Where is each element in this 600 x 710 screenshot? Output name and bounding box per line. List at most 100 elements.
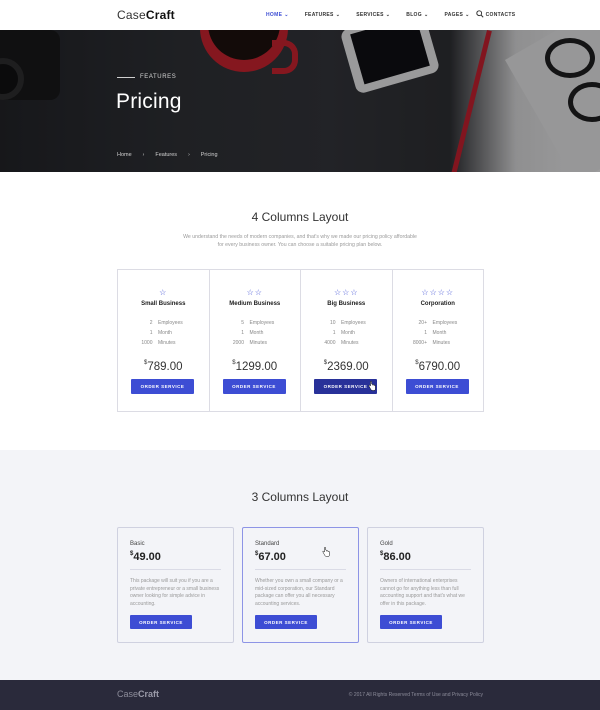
feature-label: Minutes bbox=[158, 340, 176, 346]
feature-value: 1000 bbox=[141, 340, 153, 346]
feature-label: Employees bbox=[341, 320, 366, 326]
plan-description: Whether you own a small company or a mid… bbox=[255, 578, 343, 607]
breadcrumb-features[interactable]: Features bbox=[155, 152, 177, 158]
feature-value: 2000 bbox=[232, 340, 244, 346]
order-service-button[interactable]: ORDER SERVICE bbox=[380, 615, 442, 629]
pricing-card: ☆☆ Medium Business 5 Employees 1 Month 200… bbox=[210, 270, 301, 411]
hero-overlay bbox=[0, 30, 600, 172]
page-title: Pricing bbox=[116, 90, 182, 113]
footer-copyright: © 2017 All Rights Reserved Terms of Use … bbox=[348, 692, 483, 698]
feature-label: Minutes bbox=[249, 340, 268, 346]
menu-item-contacts[interactable]: CONTACTS bbox=[486, 12, 516, 18]
plan-price: $789.00 bbox=[118, 360, 209, 373]
plan-price: $67.00 bbox=[255, 551, 286, 563]
feature-value: 4000 bbox=[324, 340, 336, 346]
feature-label: Employees bbox=[158, 320, 183, 326]
star-rating-icon: ☆☆ bbox=[246, 288, 263, 297]
four-columns-section: 4 Columns Layout We understand the needs… bbox=[0, 172, 600, 450]
section-title: 3 Columns Layout bbox=[251, 490, 349, 504]
chevron-down-icon: ⌄ bbox=[385, 12, 391, 18]
menu-item-services[interactable]: SERVICES ⌄ bbox=[356, 12, 390, 18]
menu-item-label: HOME bbox=[266, 12, 283, 18]
breadcrumb: Home › Features › Pricing bbox=[117, 152, 218, 158]
plan-description: This package will suit you if you are a … bbox=[130, 578, 220, 607]
logo-text-thin: Case bbox=[117, 8, 146, 22]
price-value: 2369.00 bbox=[327, 361, 369, 373]
menu-item-home[interactable]: HOME ⌄ bbox=[266, 12, 289, 18]
feature-value: 1 bbox=[241, 330, 244, 336]
currency-symbol: $ bbox=[415, 360, 419, 366]
order-service-button[interactable]: ORDER SERVICE bbox=[405, 379, 469, 394]
plan-price: $6790.00 bbox=[393, 360, 484, 373]
chevron-down-icon: ⌄ bbox=[423, 12, 429, 18]
order-service-button[interactable]: ORDER SERVICE bbox=[222, 379, 286, 394]
top-nav: CaseCraft HOME ⌄ FEATURES ⌄ SERVICES ⌄ BLOG… bbox=[0, 0, 600, 30]
plan-name: Small Business bbox=[141, 301, 186, 307]
feature-label: Minutes bbox=[432, 340, 451, 346]
logo-text-bold: Craft bbox=[145, 8, 175, 22]
feature-label: Month bbox=[432, 330, 447, 336]
currency-symbol: $ bbox=[143, 360, 148, 366]
star-rating-icon: ☆ bbox=[159, 288, 168, 297]
chevron-down-icon: ⌄ bbox=[465, 12, 470, 18]
hero-banner: FEATURES Pricing Home › Features › Prici… bbox=[0, 30, 600, 172]
logo-text-bold: Craft bbox=[138, 689, 160, 699]
plan-name: Medium Business bbox=[229, 301, 281, 307]
price-value: 789.00 bbox=[147, 361, 183, 373]
feature-value: 1 bbox=[332, 330, 336, 336]
order-service-button[interactable]: ORDER SERVICE bbox=[255, 615, 317, 629]
footer-logo[interactable]: CaseCraft bbox=[117, 689, 159, 699]
order-service-button[interactable]: ORDER SERVICE bbox=[131, 379, 194, 394]
logo[interactable]: CaseCraft bbox=[117, 8, 175, 22]
plan-price: $2369.00 bbox=[301, 360, 392, 373]
section-subtitle: We understand the needs of modern compan… bbox=[183, 234, 417, 248]
plan-name: Standard bbox=[255, 541, 280, 547]
menu-item-label: BLOG bbox=[406, 12, 422, 18]
chevron-down-icon: ⌄ bbox=[284, 12, 289, 18]
pricing-card: ☆ Small Business 2 Employees 1 Month 1000 M… bbox=[118, 270, 210, 411]
feature-label: Month bbox=[158, 330, 172, 336]
currency-symbol: $ bbox=[232, 360, 236, 366]
pricing-card: Gold $86.00 Owners of international ente… bbox=[367, 527, 484, 643]
menu-item-label: FEATURES bbox=[304, 12, 334, 18]
divider bbox=[380, 569, 471, 570]
divider bbox=[255, 569, 346, 570]
star-rating-icon: ☆☆☆☆ bbox=[421, 288, 455, 297]
plan-name: Big Business bbox=[327, 301, 366, 307]
order-service-button[interactable]: ORDER SERVICE bbox=[130, 615, 192, 629]
pricing-card: ☆☆☆ Big Business 10 Employees 1 Month 4000… bbox=[301, 270, 393, 411]
hand-cursor-icon bbox=[368, 381, 376, 391]
feature-value: 20+ bbox=[418, 320, 427, 326]
plan-price: $86.00 bbox=[380, 551, 411, 563]
feature-value: 8000+ bbox=[412, 340, 427, 346]
divider bbox=[130, 569, 221, 570]
breadcrumb-current: Pricing bbox=[200, 152, 218, 158]
plan-name: Basic bbox=[130, 541, 145, 547]
pricing-grid-4: ☆ Small Business 2 Employees 1 Month 1000 M… bbox=[117, 269, 484, 412]
currency-symbol: $ bbox=[323, 360, 328, 366]
three-columns-section: 3 Columns Layout Basic $49.00 This packa… bbox=[0, 450, 600, 680]
plan-name: Corporation bbox=[420, 301, 455, 307]
logo-text-thin: Case bbox=[117, 689, 139, 699]
menu-item-pages[interactable]: PAGES ⌄ bbox=[444, 12, 469, 18]
hero-eyebrow: FEATURES bbox=[140, 74, 177, 80]
footer: CaseCraft © 2017 All Rights Reserved Ter… bbox=[0, 680, 600, 710]
feature-label: Employees bbox=[432, 320, 458, 326]
chevron-right-icon: › bbox=[142, 152, 145, 158]
plan-price: $1299.00 bbox=[210, 360, 301, 373]
pricing-card: Standard $67.00 Whether you own a small … bbox=[242, 527, 359, 643]
price-value: 67.00 bbox=[258, 551, 286, 563]
menu-item-features[interactable]: FEATURES ⌄ bbox=[305, 12, 340, 18]
feature-value: 1 bbox=[424, 330, 427, 336]
menu-item-blog[interactable]: BLOG ⌄ bbox=[406, 12, 428, 18]
plan-price: $49.00 bbox=[130, 551, 161, 563]
menu-item-label: PAGES bbox=[444, 12, 464, 18]
main-menu: HOME ⌄ FEATURES ⌄ SERVICES ⌄ BLOG ⌄ PAGES ⌄ C… bbox=[266, 0, 531, 30]
feature-value: 10 bbox=[329, 320, 336, 326]
search-icon[interactable] bbox=[476, 10, 484, 18]
feature-label: Month bbox=[249, 330, 264, 336]
price-value: 1299.00 bbox=[235, 361, 278, 373]
pricing-card: ☆☆☆☆ Corporation 20+ Employees 1 Month 800… bbox=[393, 270, 484, 411]
breadcrumb-home[interactable]: Home bbox=[117, 152, 132, 158]
section-title: 4 Columns Layout bbox=[251, 210, 349, 224]
